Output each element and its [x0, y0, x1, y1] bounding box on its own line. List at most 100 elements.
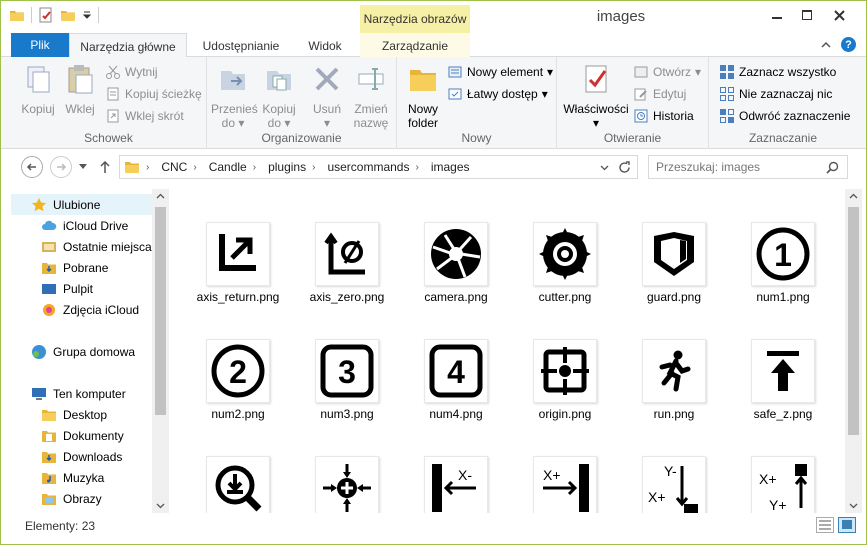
edit-button[interactable]: Edytuj — [633, 85, 686, 103]
recent-locations-chevron-icon[interactable] — [79, 164, 87, 170]
rename-button[interactable]: Zmień nazwę — [349, 63, 393, 130]
nav-label: Ten komputer — [53, 386, 126, 401]
paste-button[interactable]: Wklej — [61, 63, 99, 116]
close-button[interactable] — [822, 5, 856, 25]
select-all-button[interactable]: Zaznacz wszystko — [719, 63, 836, 81]
file-item[interactable]: 2 num2.png — [184, 339, 292, 421]
probe-x-minus-icon: X- — [432, 464, 476, 512]
customize-dropdown-icon[interactable] — [82, 8, 92, 22]
tab-home[interactable]: Narzędzia główne — [69, 33, 187, 58]
up-arrow-icon[interactable] — [99, 160, 111, 174]
search-input[interactable]: Przeszukaj: images — [648, 155, 848, 179]
history-button[interactable]: Historia — [633, 107, 694, 125]
paste-shortcut-button[interactable]: Wklej skrót — [105, 107, 184, 125]
file-item[interactable]: axis_zero.png — [293, 222, 401, 304]
copy-path-button[interactable]: Kopiuj ścieżkę — [105, 85, 202, 103]
file-item[interactable] — [184, 456, 292, 513]
nav-item-icloud-drive[interactable]: iCloud Drive — [41, 215, 128, 236]
svg-text:Y+: Y+ — [769, 497, 787, 513]
folder-icon[interactable] — [9, 8, 25, 22]
nav-item-desktop[interactable]: Desktop — [41, 404, 107, 425]
content-scrollbar[interactable] — [845, 189, 862, 513]
large-icons-view-button[interactable] — [838, 517, 856, 533]
tab-view[interactable]: Widok — [297, 33, 353, 57]
file-item[interactable]: X+ — [511, 456, 619, 513]
file-item[interactable]: Y- X+ — [620, 456, 728, 513]
scroll-up-icon[interactable] — [849, 193, 858, 199]
invert-selection-button[interactable]: Odwróć zaznaczenie — [719, 107, 850, 125]
address-bar[interactable]: › CNC › Candle › plugins › usercommands › im… — [119, 155, 638, 179]
nav-item-favorites[interactable]: Ulubione — [11, 194, 152, 215]
breadcrumb-item[interactable]: images — [425, 160, 476, 174]
help-icon[interactable]: ? — [841, 37, 856, 52]
copy-to-button[interactable]: Kopiuj do ▾ — [257, 63, 301, 130]
chevron-up-icon[interactable] — [821, 41, 831, 49]
breadcrumb-item[interactable]: plugins › — [262, 160, 321, 174]
breadcrumb-item[interactable]: usercommands › — [321, 160, 424, 174]
file-item[interactable]: guard.png — [620, 222, 728, 304]
refresh-icon[interactable] — [618, 161, 631, 174]
nav-item-pictures[interactable]: Obrazy — [41, 488, 102, 509]
new-item-button[interactable]: Nowy element ▾ — [447, 63, 553, 81]
nav-item-music[interactable]: Muzyka — [41, 467, 104, 488]
tab-share[interactable]: Udostępnianie — [189, 33, 293, 57]
file-item[interactable]: 1 num1.png — [729, 222, 837, 304]
cut-label: Wytnij — [125, 65, 158, 79]
open-button[interactable]: Otwórz ▾ — [633, 63, 701, 81]
scroll-down-icon[interactable] — [156, 503, 165, 509]
arrow-left-icon — [26, 163, 36, 171]
file-item[interactable]: cutter.png — [511, 222, 619, 304]
nav-item-this-pc[interactable]: Ten komputer — [31, 383, 126, 404]
nav-item-desktop-fav[interactable]: Pulpit — [41, 278, 93, 299]
copy-button[interactable]: Kopiuj — [19, 63, 57, 116]
tab-file[interactable]: Plik — [11, 33, 69, 57]
file-item[interactable]: 3 num3.png — [293, 339, 401, 421]
cut-button[interactable]: Wytnij — [105, 63, 158, 81]
back-button[interactable] — [21, 156, 43, 178]
new-folder-icon[interactable] — [60, 8, 76, 22]
nav-item-downloads-fav[interactable]: Pobrane — [41, 257, 108, 278]
file-item[interactable]: origin.png — [511, 339, 619, 421]
details-view-button[interactable] — [816, 517, 834, 533]
file-item[interactable]: safe_z.png — [729, 339, 837, 421]
breadcrumb-item[interactable]: Candle › — [203, 160, 262, 174]
properties-icon[interactable] — [38, 7, 54, 23]
breadcrumb-item[interactable]: CNC › — [155, 160, 202, 174]
copy-path-label: Kopiuj ścieżkę — [125, 87, 202, 101]
nav-item-homegroup[interactable]: Grupa domowa — [31, 341, 135, 362]
file-item[interactable] — [293, 456, 401, 513]
file-item[interactable]: X- — [402, 456, 510, 513]
forward-button[interactable] — [50, 156, 72, 178]
scroll-down-icon[interactable] — [849, 503, 858, 509]
maximize-icon — [802, 10, 812, 20]
new-folder-button[interactable]: Nowy folder — [403, 63, 443, 130]
nav-scroll-thumb[interactable] — [155, 207, 166, 415]
scroll-up-icon[interactable] — [156, 193, 165, 199]
homegroup-icon — [32, 344, 46, 359]
nav-item-recent[interactable]: Ostatnie miejsca — [41, 236, 152, 257]
file-item[interactable]: camera.png — [402, 222, 510, 304]
file-item[interactable]: run.png — [620, 339, 728, 421]
group-label-clipboard: Schowek — [84, 131, 133, 145]
tab-manage[interactable]: Zarządzanie — [360, 33, 470, 57]
file-item[interactable]: X+ Y+ — [729, 456, 837, 513]
properties-button[interactable]: Właściwości ▾ — [563, 63, 629, 130]
move-to-button[interactable]: Przenieś do ▾ — [211, 63, 258, 130]
file-item[interactable]: axis_return.png — [184, 222, 292, 304]
delete-button[interactable]: Usuń ▾ — [307, 63, 347, 130]
file-item[interactable]: 4 num4.png — [402, 339, 510, 421]
nav-item-documents[interactable]: Dokumenty — [41, 425, 124, 446]
rename-icon — [358, 68, 384, 90]
nav-item-downloads[interactable]: Downloads — [41, 446, 122, 467]
select-none-button[interactable]: Nie zaznaczaj nic — [719, 85, 832, 103]
minimize-button[interactable] — [762, 5, 792, 25]
nav-item-icloud-photos[interactable]: Zdjęcia iCloud — [41, 299, 139, 320]
search-icon[interactable] — [826, 161, 839, 174]
easy-access-button[interactable]: Łatwy dostęp ▾ — [447, 85, 548, 103]
maximize-button[interactable] — [792, 5, 822, 25]
folder-icon — [42, 409, 56, 421]
breadcrumb-separator[interactable]: › — [140, 162, 155, 173]
nav-scrollbar[interactable] — [152, 189, 169, 513]
content-scroll-thumb[interactable] — [848, 207, 859, 435]
address-dropdown-icon[interactable] — [600, 165, 609, 171]
